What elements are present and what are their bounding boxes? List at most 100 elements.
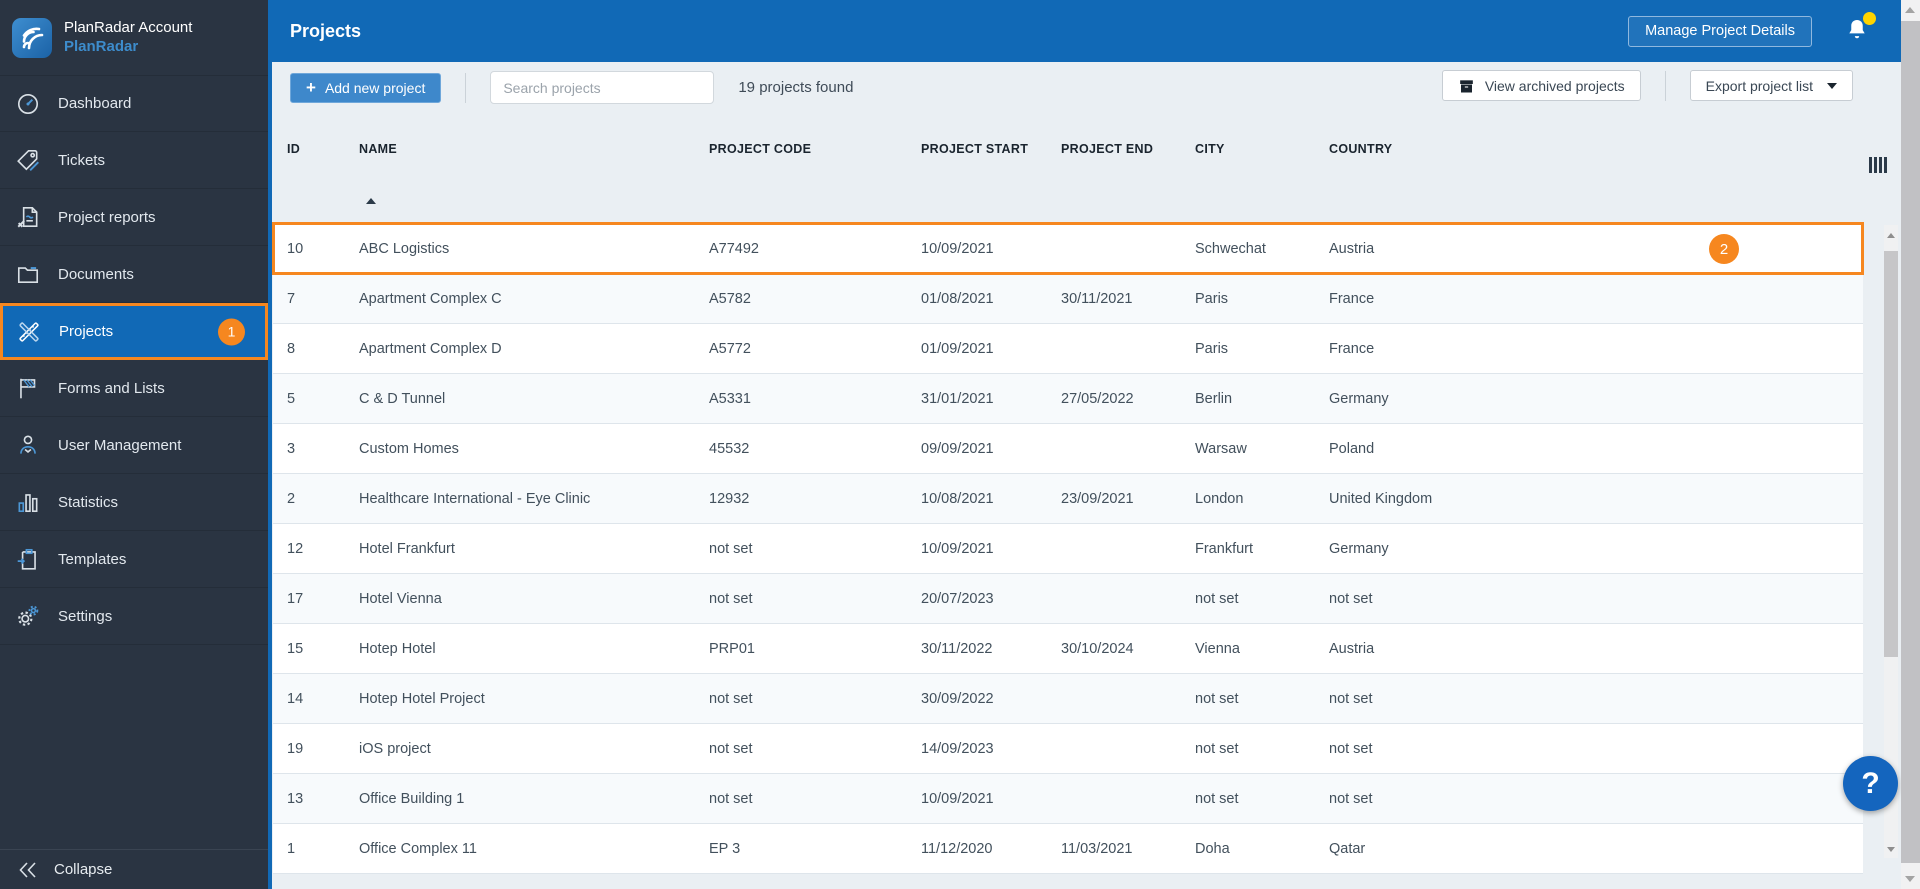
cell-project-code: not set	[709, 590, 753, 607]
manage-project-details-button[interactable]: Manage Project Details	[1628, 15, 1812, 47]
account-name: PlanRadar Account	[64, 18, 193, 36]
table-row[interactable]: 19 iOS project not set 14/09/2023 not se…	[273, 724, 1863, 774]
sidebar-menu: Dashboard Tickets Project reports Docume…	[0, 75, 268, 645]
cell-id: 13	[287, 790, 304, 807]
page-scrollbar-thumb[interactable]	[1901, 21, 1920, 863]
clipboard-icon	[14, 546, 41, 573]
table-scrollbar-thumb[interactable]	[1884, 251, 1898, 657]
cell-city: Paris	[1195, 290, 1229, 307]
column-header-project-code[interactable]: PROJECT CODE	[709, 142, 921, 156]
table-row[interactable]: 1 Office Complex 11 EP 3 11/12/2020 11/0…	[273, 824, 1863, 874]
cell-name: Hotel Vienna	[359, 590, 442, 607]
sidebar-item-project-reports[interactable]: Project reports	[0, 189, 268, 246]
bar-chart-icon	[14, 489, 41, 516]
cell-id: 2	[287, 490, 296, 507]
sidebar-item-documents[interactable]: Documents	[0, 246, 268, 303]
view-archived-projects-button[interactable]: View archived projects	[1441, 70, 1641, 101]
table-row[interactable]: 17 Hotel Vienna not set 20/07/2023 not s…	[273, 574, 1863, 624]
notifications-button[interactable]	[1844, 12, 1876, 46]
table-row[interactable]: 14 Hotep Hotel Project not set 30/09/202…	[273, 674, 1863, 724]
cell-city: not set	[1195, 690, 1239, 707]
cell-project-code: not set	[709, 790, 753, 807]
cell-project-end: 30/11/2021	[1061, 290, 1133, 307]
cell-project-start: 30/11/2022	[921, 640, 993, 657]
flag-icon	[14, 375, 41, 402]
export-project-list-button[interactable]: Export project list	[1689, 70, 1853, 101]
column-settings-icon[interactable]	[1869, 157, 1887, 173]
page-scrollbar[interactable]	[1901, 0, 1920, 889]
tag-icon	[14, 147, 41, 174]
table-row[interactable]: 5 C & D Tunnel A5331 31/01/2021 27/05/20…	[273, 374, 1863, 424]
cell-name: Hotep Hotel	[359, 640, 436, 657]
cell-city: Warsaw	[1195, 440, 1247, 457]
table-row[interactable]: 15 Hotep Hotel PRP01 30/11/2022 30/10/20…	[273, 624, 1863, 674]
cell-project-end: 23/09/2021	[1061, 490, 1134, 507]
table-row[interactable]: 10 ABC Logistics A77492 10/09/2021 Schwe…	[272, 222, 1864, 275]
column-header-city[interactable]: CITY	[1195, 142, 1329, 156]
planradar-logo-icon	[12, 17, 52, 58]
cell-project-end: 30/10/2024	[1061, 640, 1134, 657]
table-row[interactable]: 2 Healthcare International - Eye Clinic …	[273, 474, 1863, 524]
sidebar-item-tickets[interactable]: Tickets	[0, 132, 268, 189]
column-header-project-start[interactable]: PROJECT START	[921, 142, 1061, 156]
table-row[interactable]: 13 Office Building 1 not set 10/09/2021 …	[273, 774, 1863, 824]
table-row[interactable]: 3 Custom Homes 45532 09/09/2021 Warsaw P…	[273, 424, 1863, 474]
cell-id: 14	[287, 690, 304, 707]
cell-country: Poland	[1329, 440, 1375, 457]
sidebar-item-user-management[interactable]: User Management	[0, 417, 268, 474]
folder-icon	[14, 261, 41, 288]
cell-city: Paris	[1195, 340, 1229, 357]
cell-name: Custom Homes	[359, 440, 459, 457]
sidebar-item-forms-and-lists[interactable]: Forms and Lists	[0, 360, 268, 417]
search-projects-input[interactable]	[490, 71, 715, 104]
scroll-up-icon[interactable]	[1887, 233, 1895, 238]
toolbar-divider	[465, 72, 467, 103]
cell-country: Austria	[1329, 240, 1375, 257]
table-row[interactable]: 7 Apartment Complex C A5782 01/08/2021 3…	[273, 274, 1863, 324]
sidebar-item-templates[interactable]: Templates	[0, 531, 268, 588]
archive-box-icon	[1459, 79, 1473, 92]
table-row[interactable]: 12 Hotel Frankfurt not set 10/09/2021 Fr…	[273, 524, 1863, 574]
cell-id: 3	[287, 440, 296, 457]
table-row[interactable]: 8 Apartment Complex D A5772 01/09/2021 P…	[273, 324, 1863, 374]
sidebar-item-settings[interactable]: Settings	[0, 588, 268, 645]
cell-name: Hotep Hotel Project	[359, 690, 485, 707]
cell-city: London	[1195, 490, 1244, 507]
cell-country: not set	[1329, 690, 1373, 707]
sidebar-item-statistics[interactable]: Statistics	[0, 474, 268, 531]
column-header-id[interactable]: ID	[287, 142, 359, 156]
sidebar-item-dashboard[interactable]: Dashboard	[0, 75, 268, 132]
main-content: Projects Manage Project Details + Add ne…	[272, 0, 1920, 889]
user-icon	[14, 432, 41, 459]
cell-country: France	[1329, 340, 1375, 357]
cell-id: 12	[287, 540, 304, 557]
cell-project-code: PRP01	[709, 640, 755, 657]
column-header-project-end[interactable]: PROJECT END	[1061, 142, 1195, 156]
cell-id: 1	[287, 840, 296, 857]
scroll-down-icon[interactable]	[1887, 847, 1895, 852]
cell-id: 15	[287, 640, 304, 657]
cell-country: Qatar	[1329, 840, 1366, 857]
cell-id: 8	[287, 340, 296, 357]
column-header-name[interactable]: NAME	[359, 142, 709, 156]
cell-city: Frankfurt	[1195, 540, 1254, 557]
sidebar-item-projects[interactable]: Projects 1	[0, 303, 268, 360]
workspace-name: PlanRadar	[64, 37, 139, 55]
account-switcher[interactable]: PlanRadar Account PlanRadar	[0, 0, 268, 75]
help-button[interactable]: ?	[1843, 756, 1898, 811]
column-header-country[interactable]: COUNTRY	[1329, 142, 1863, 156]
cell-id: 7	[287, 290, 296, 307]
projects-count-badge: 1	[218, 318, 245, 345]
collapse-button[interactable]: Collapse	[0, 849, 268, 889]
cell-name: Apartment Complex C	[359, 290, 502, 307]
cell-city: not set	[1195, 790, 1239, 807]
sidebar: PlanRadar Account PlanRadar Dashboard Ti…	[0, 0, 272, 889]
scroll-down-icon[interactable]	[1905, 876, 1915, 882]
gears-icon	[14, 603, 41, 630]
cell-country: Germany	[1329, 540, 1389, 557]
add-new-project-button[interactable]: + Add new project	[290, 72, 442, 103]
table-header: ID NAME PROJECT CODE PROJECT START PROJE…	[273, 110, 1863, 223]
cell-project-start: 20/07/2023	[921, 590, 994, 607]
cell-project-code: 12932	[709, 490, 750, 507]
scroll-up-icon[interactable]	[1905, 7, 1915, 13]
